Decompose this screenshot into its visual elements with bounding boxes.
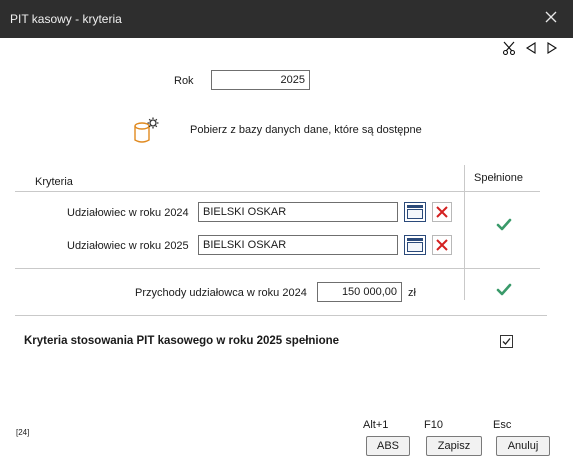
partner-2025-select-button[interactable] bbox=[404, 235, 426, 255]
year-label: Rok bbox=[174, 75, 194, 87]
partner-2024-input[interactable]: BIELSKI OSKAR bbox=[198, 202, 398, 222]
partners-fulfilled-check-icon bbox=[496, 218, 512, 232]
revenue-currency: zł bbox=[408, 287, 416, 299]
summary-checkbox[interactable] bbox=[500, 335, 513, 348]
partner-2025-delete-button[interactable] bbox=[432, 235, 452, 255]
arrow-right-icon[interactable] bbox=[545, 41, 559, 55]
form-code: [24] bbox=[16, 428, 30, 437]
revenue-input[interactable]: 150 000,00 bbox=[317, 282, 402, 302]
partner-2024-select-button[interactable] bbox=[404, 202, 426, 222]
abs-button[interactable]: ABS bbox=[366, 436, 410, 456]
fetch-data-text[interactable]: Pobierz z bazy danych dane, które są dos… bbox=[190, 124, 422, 136]
row-divider bbox=[15, 268, 540, 269]
cancel-shortcut: Esc bbox=[493, 419, 512, 431]
save-button[interactable]: Zapisz bbox=[426, 436, 482, 456]
criteria-header: Kryteria bbox=[35, 176, 73, 188]
partner-2024-delete-button[interactable] bbox=[432, 202, 452, 222]
abs-shortcut: Alt+1 bbox=[363, 419, 389, 431]
arrow-left-icon[interactable] bbox=[524, 41, 538, 55]
title-bar: PIT kasowy - kryteria bbox=[0, 0, 573, 38]
save-shortcut: F10 bbox=[424, 419, 443, 431]
year-input[interactable]: 2025 bbox=[211, 70, 310, 90]
database-gear-icon[interactable] bbox=[132, 116, 162, 146]
cancel-button[interactable]: Anuluj bbox=[496, 436, 550, 456]
partner-2025-label: Udziałowiec w roku 2025 bbox=[67, 240, 189, 252]
window-title: PIT kasowy - kryteria bbox=[10, 12, 122, 26]
revenue-label: Przychody udziałowca w roku 2024 bbox=[135, 287, 307, 299]
close-icon[interactable] bbox=[543, 9, 559, 25]
scissors-icon[interactable] bbox=[502, 41, 516, 55]
column-divider bbox=[464, 165, 465, 300]
summary-divider bbox=[15, 315, 547, 316]
partner-2025-input[interactable]: BIELSKI OSKAR bbox=[198, 235, 398, 255]
table-header-divider bbox=[15, 191, 540, 192]
partner-2024-label: Udziałowiec w roku 2024 bbox=[67, 207, 189, 219]
revenue-fulfilled-check-icon bbox=[496, 283, 512, 297]
summary-text: Kryteria stosowania PIT kasowego w roku … bbox=[24, 335, 340, 347]
fulfilled-header: Spełnione bbox=[474, 172, 523, 184]
